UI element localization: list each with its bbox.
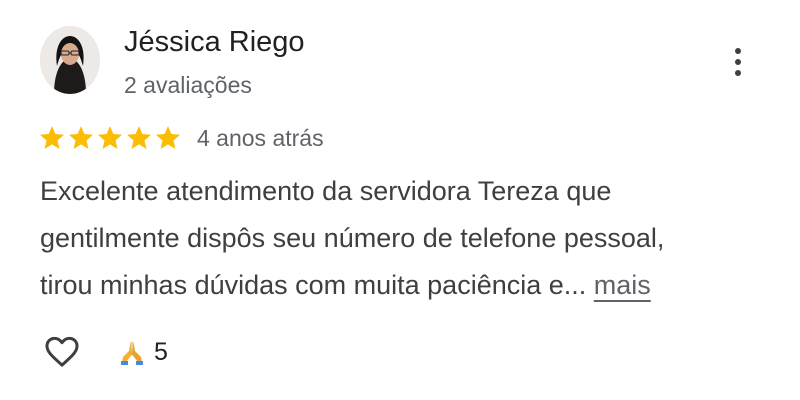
star-rating: [38, 124, 182, 152]
review-text-line: gentilmente dispôs seu número de telefon…: [40, 223, 665, 253]
menu-dot: [735, 48, 741, 54]
menu-dot: [735, 59, 741, 65]
review-text-line: tirou minhas dúvidas com muita paciência…: [40, 262, 760, 309]
review-text-line: Excelente atendimento da servidora Terez…: [40, 176, 612, 206]
review-text: Excelente atendimento da servidora Terez…: [40, 168, 760, 309]
review-date: 4 anos atrás: [197, 125, 324, 151]
star-icon: [96, 124, 124, 152]
more-options-icon[interactable]: [722, 40, 754, 84]
review-text-fragment: tirou minhas dúvidas com muita paciência…: [40, 270, 587, 300]
author-review-count[interactable]: 2 avaliações: [124, 70, 252, 100]
reaction-count: 5: [154, 338, 168, 366]
author-avatar[interactable]: [40, 26, 100, 94]
review-actions: 5: [42, 330, 168, 374]
reaction-button[interactable]: 5: [118, 337, 168, 367]
like-button[interactable]: [42, 332, 82, 372]
star-icon: [154, 124, 182, 152]
avatar-photo: [40, 26, 100, 94]
author-name[interactable]: Jéssica Riego: [124, 24, 305, 60]
star-icon: [38, 124, 66, 152]
star-icon: [125, 124, 153, 152]
menu-dot: [735, 70, 741, 76]
heart-outline-icon: [45, 336, 79, 367]
star-icon: [67, 124, 95, 152]
rating-row: 4 anos atrás: [38, 122, 324, 154]
more-link[interactable]: mais: [594, 270, 651, 300]
review-card: Jéssica Riego 2 avaliações 4 anos atrás …: [0, 0, 800, 400]
folded-hands-icon: [121, 341, 143, 365]
